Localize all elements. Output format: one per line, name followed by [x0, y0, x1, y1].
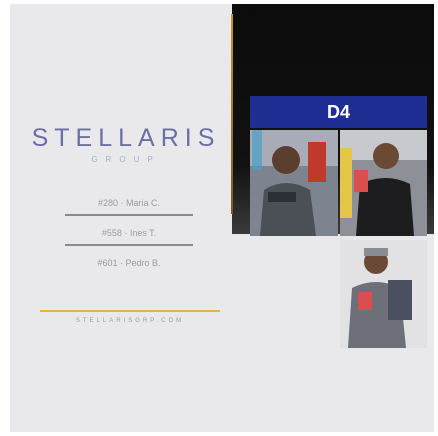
website-link[interactable]: STELLARISGRP.COM	[40, 318, 220, 324]
divider	[65, 244, 193, 246]
person-photo-icon	[340, 130, 427, 236]
brand-logo: STELLARIS	[31, 124, 221, 152]
gold-edge-accent	[231, 14, 233, 214]
person-photo-2	[340, 130, 427, 236]
brand-block: STELLARIS GROUP	[28, 124, 224, 164]
list-item: #601 · Pedro B.	[65, 254, 193, 274]
brand-subtitle: GROUP	[91, 155, 161, 164]
person-photo-1	[250, 130, 338, 236]
person-photo-3	[340, 240, 427, 348]
banner-code: D4	[326, 101, 350, 122]
list-item: #280 · Maria C.	[65, 194, 193, 214]
person-photo-icon	[340, 240, 427, 348]
list-item: #558 · Ines T.	[65, 224, 193, 244]
entry-label: #558 · Ines T.	[101, 228, 157, 238]
accent-rule	[40, 310, 220, 312]
person-photo-icon	[250, 130, 338, 236]
entry-label: #601 · Pedro B.	[97, 258, 161, 268]
entry-label: #280 · Maria C.	[97, 198, 161, 208]
divider	[65, 214, 193, 216]
promo-card: STELLARIS GROUP #280 · Maria C. #558 · I…	[10, 4, 434, 432]
banner-code-badge: D4	[250, 96, 427, 128]
entry-list: #280 · Maria C. #558 · Ines T. #601 · Pe…	[65, 194, 193, 274]
